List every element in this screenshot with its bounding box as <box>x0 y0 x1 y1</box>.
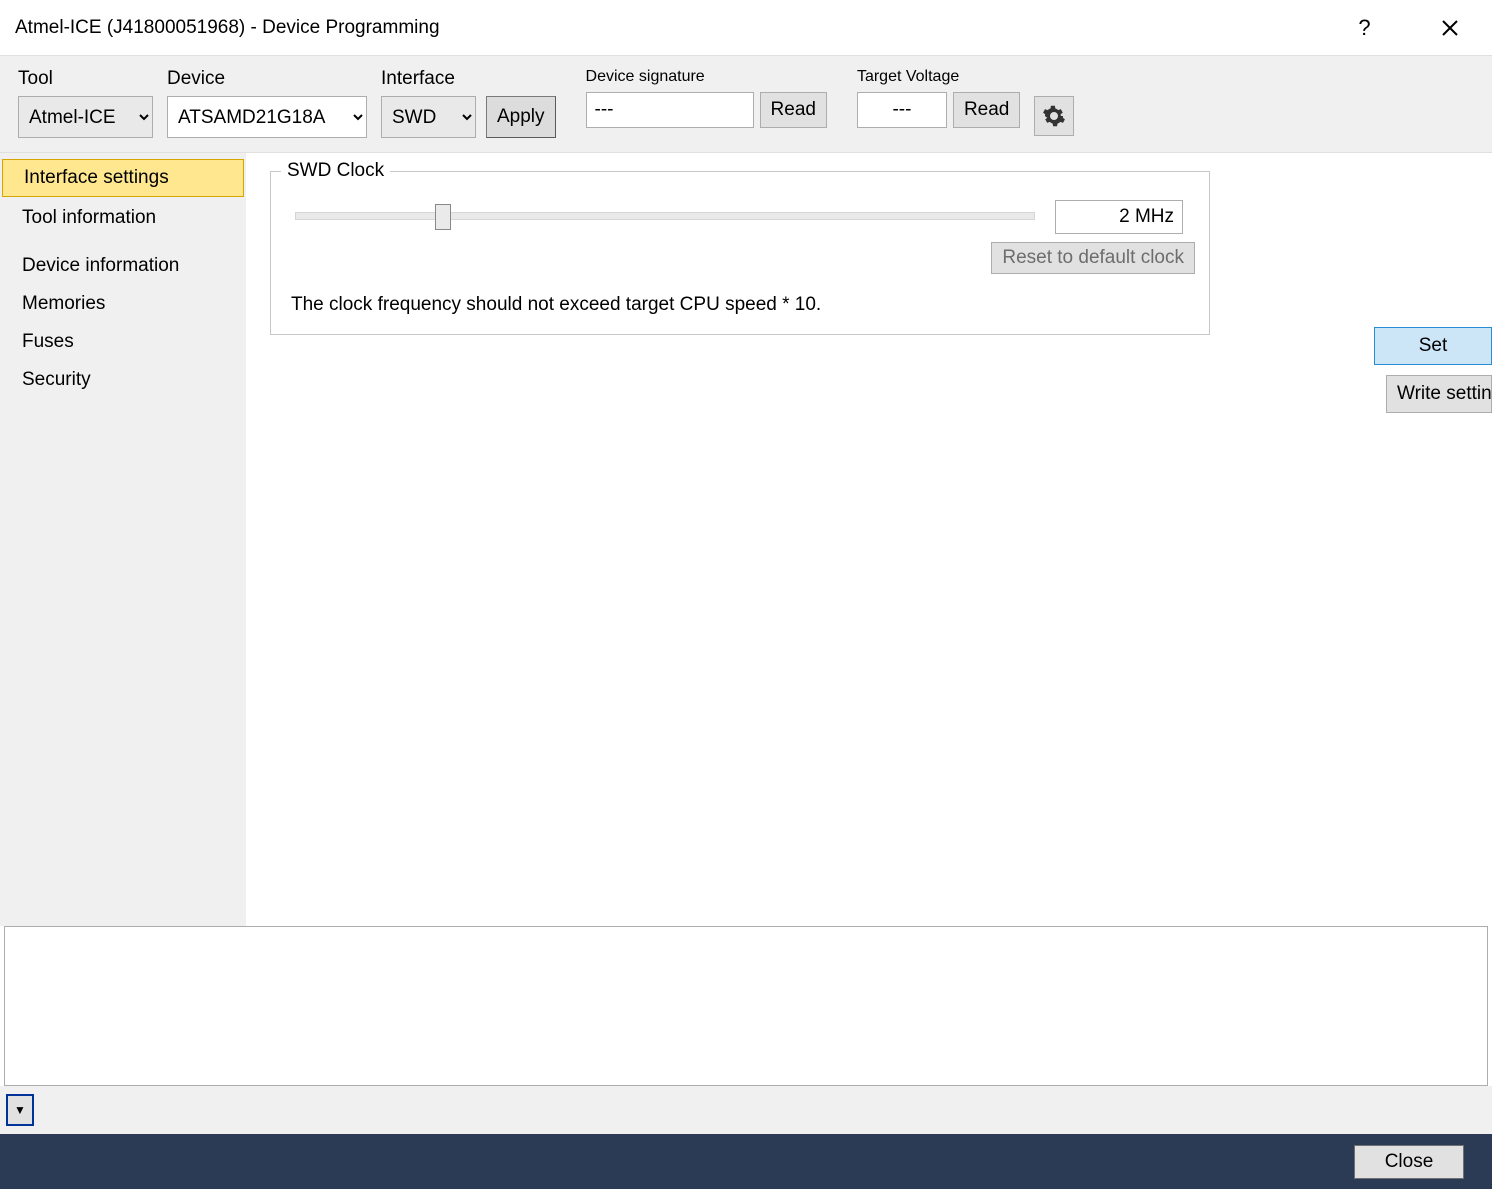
close-window-button[interactable] <box>1422 5 1477 50</box>
sidebar-item-device-information[interactable]: Device information <box>0 247 246 285</box>
target-voltage-group: Target Voltage Read <box>857 68 1020 128</box>
reset-clock-button[interactable]: Reset to default clock <box>991 242 1195 274</box>
tool-group: Tool Atmel-ICE <box>18 68 153 138</box>
help-button[interactable]: ? <box>1337 5 1392 50</box>
set-button[interactable]: Set <box>1374 327 1492 365</box>
apply-button[interactable]: Apply <box>486 96 556 138</box>
interface-select[interactable]: SWD <box>381 96 476 138</box>
sidebar-item-fuses[interactable]: Fuses <box>0 323 246 361</box>
signature-label: Device signature <box>586 68 827 86</box>
content-row: Interface settings Tool information Devi… <box>0 153 1492 926</box>
window-title: Atmel-ICE (J41800051968) - Device Progra… <box>15 17 1337 39</box>
tool-select[interactable]: Atmel-ICE <box>18 96 153 138</box>
swd-clock-slider[interactable] <box>295 202 1035 232</box>
swd-clock-value[interactable] <box>1055 200 1183 234</box>
swd-clock-note: The clock frequency should not exceed ta… <box>285 294 1195 316</box>
swd-clock-legend: SWD Clock <box>281 160 390 182</box>
log-area[interactable] <box>4 926 1488 1086</box>
target-voltage-label: Target Voltage <box>857 68 1020 86</box>
close-icon <box>1441 19 1459 37</box>
settings-button[interactable] <box>1034 96 1074 136</box>
interface-group: Interface SWD <box>381 68 476 138</box>
device-label: Device <box>167 68 367 90</box>
tool-label: Tool <box>18 68 153 90</box>
sidebar-item-interface-settings[interactable]: Interface settings <box>2 159 244 197</box>
signature-read-button[interactable]: Read <box>760 92 827 128</box>
slider-thumb[interactable] <box>435 204 451 230</box>
swd-clock-fieldset: SWD Clock Reset to default clock The clo… <box>270 171 1210 335</box>
sidebar: Interface settings Tool information Devi… <box>0 153 246 926</box>
sidebar-item-security[interactable]: Security <box>0 361 246 399</box>
status-dropdown-button[interactable]: ▼ <box>6 1094 34 1126</box>
interface-label: Interface <box>381 68 476 90</box>
chevron-down-icon: ▼ <box>14 1103 26 1117</box>
slider-track <box>295 212 1035 220</box>
target-voltage-input[interactable] <box>857 92 947 128</box>
signature-input[interactable] <box>586 92 754 128</box>
sidebar-item-memories[interactable]: Memories <box>0 285 246 323</box>
write-settings-button[interactable]: Write settin <box>1386 375 1492 413</box>
sidebar-item-tool-information[interactable]: Tool information <box>0 199 246 237</box>
target-voltage-read-button[interactable]: Read <box>953 92 1020 128</box>
toolbar: Tool Atmel-ICE Device ATSAMD21G18A Inter… <box>0 55 1492 153</box>
main-panel: SWD Clock Reset to default clock The clo… <box>246 153 1492 926</box>
signature-group: Device signature Read <box>586 68 827 128</box>
close-button[interactable]: Close <box>1354 1145 1464 1179</box>
status-row: ▼ <box>0 1086 1492 1134</box>
footer-bar: Close <box>0 1134 1492 1189</box>
titlebar: Atmel-ICE (J41800051968) - Device Progra… <box>0 0 1492 55</box>
gear-icon <box>1042 104 1066 128</box>
device-select[interactable]: ATSAMD21G18A <box>167 96 367 138</box>
device-group: Device ATSAMD21G18A <box>167 68 367 138</box>
